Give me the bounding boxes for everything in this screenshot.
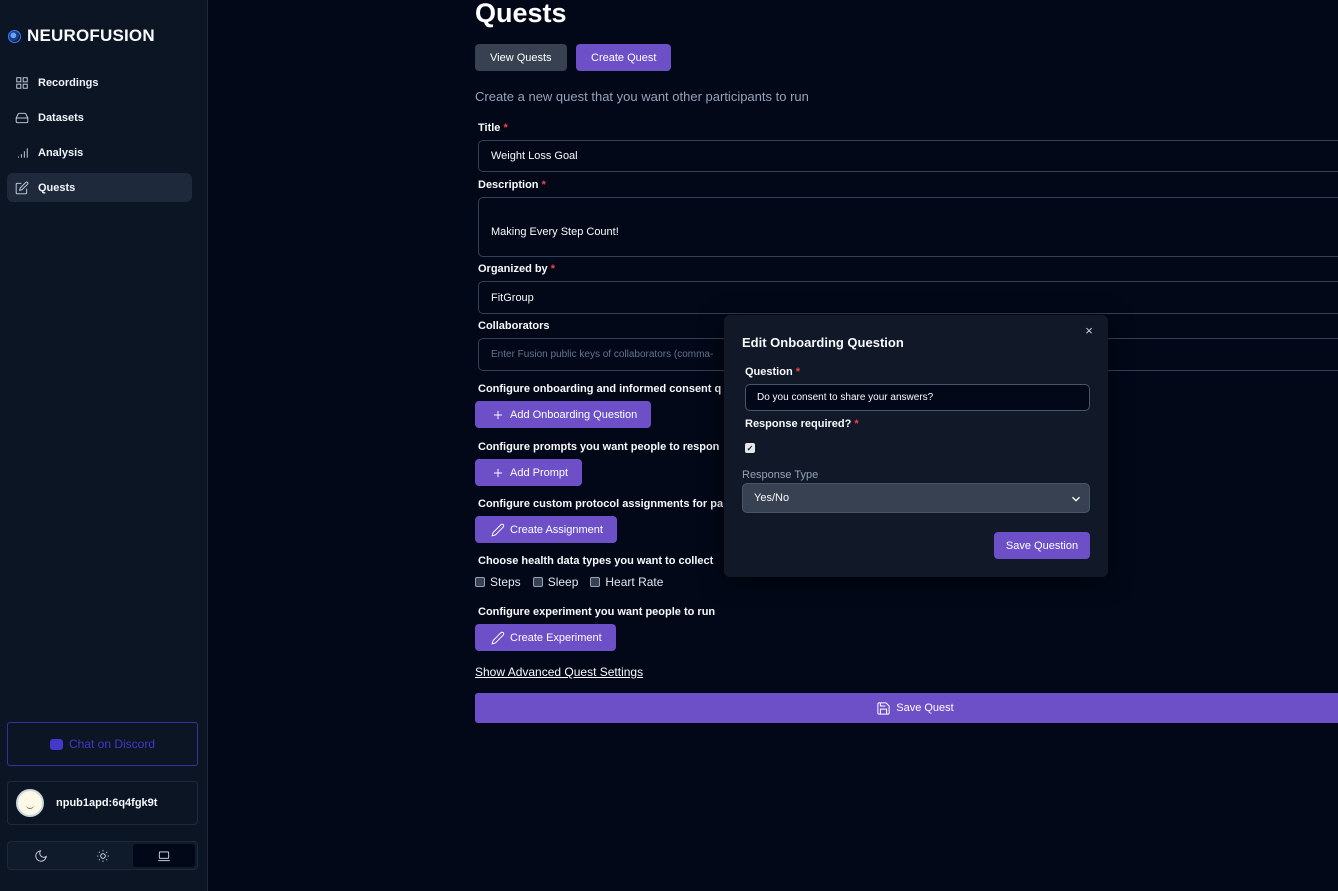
required-mark: * [795, 366, 801, 378]
title-label: Title * [478, 122, 508, 134]
dialog-title: Edit Onboarding Question [742, 335, 904, 350]
user-card[interactable]: npub1apd:6q4fgk9t [7, 781, 198, 825]
page-subtitle: Create a new quest that you want other p… [475, 89, 809, 104]
moon-icon [35, 849, 47, 862]
plus-icon [493, 468, 503, 477]
grid-icon [15, 76, 29, 90]
experiment-label: Configure experiment you want people to … [478, 606, 716, 618]
onboarding-label: Configure onboarding and informed consen… [478, 383, 722, 395]
health-options: Steps Sleep Heart Rate [475, 575, 670, 589]
response-type-label: Response Type [742, 469, 819, 481]
response-type-select[interactable]: Yes/No [742, 483, 1090, 513]
neurofusion-logo-icon [8, 29, 21, 43]
collaborators-label: Collaborators [478, 320, 550, 332]
sleep-label: Sleep [547, 575, 579, 589]
brand[interactable]: NEUROFUSION [8, 26, 155, 46]
save-question-button[interactable]: Save Question [994, 532, 1090, 559]
response-type-value: Yes/No [754, 492, 790, 504]
sidebar: NEUROFUSION Recordings Datasets Analysis… [0, 0, 208, 891]
required-mark: * [550, 263, 556, 275]
question-label: Question * [745, 366, 801, 378]
add-prompt-button[interactable]: Add Prompt [475, 459, 583, 486]
health-label: Choose health data types you want to col… [478, 555, 714, 567]
save-icon [877, 701, 890, 715]
sidebar-item-datasets[interactable]: Datasets [7, 103, 192, 132]
sidebar-item-label: Quests [38, 181, 76, 194]
sidebar-item-quests[interactable]: Quests [7, 173, 192, 202]
create-experiment-button[interactable]: Create Experiment [475, 624, 616, 651]
sidebar-nav: Recordings Datasets Analysis Quests [7, 68, 192, 208]
question-input[interactable]: Do you consent to share your answers? [745, 384, 1090, 411]
hard-drive-icon [15, 111, 29, 125]
create-assignment-button[interactable]: Create Assignment [475, 516, 617, 543]
title-input[interactable]: Weight Loss Goal [478, 140, 1338, 172]
organizer-input[interactable]: FitGroup [478, 281, 1338, 314]
required-mark: * [503, 122, 508, 134]
prompts-label: Configure prompts you want people to res… [478, 441, 720, 453]
pencil-icon [491, 631, 505, 644]
sidebar-item-analysis[interactable]: Analysis [7, 138, 192, 167]
pencil-icon [491, 523, 505, 536]
organizer-label: Organized by * [478, 263, 556, 275]
steps-checkbox[interactable] [475, 577, 485, 587]
sidebar-item-label: Analysis [38, 146, 84, 159]
sidebar-item-recordings[interactable]: Recordings [7, 68, 192, 97]
response-required-checkbox[interactable]: ✓ [745, 443, 755, 453]
theme-switcher [7, 841, 198, 870]
description-textarea[interactable]: Making Every Step Count! [478, 197, 1338, 257]
discord-label: Chat on Discord [68, 737, 156, 751]
discord-button[interactable]: Chat on Discord [7, 722, 198, 766]
chevron-down-icon [1072, 496, 1080, 502]
heart-rate-checkbox[interactable] [590, 577, 601, 587]
edit-icon [15, 181, 29, 195]
assignment-label: Configure custom protocol assignments fo… [478, 498, 724, 510]
save-quest-button[interactable]: Save Quest [475, 693, 1338, 723]
sleep-checkbox[interactable] [532, 577, 543, 587]
avatar [16, 789, 44, 817]
view-quests-button[interactable]: View Quests [475, 44, 567, 71]
theme-light-button[interactable] [72, 844, 134, 867]
sidebar-item-label: Recordings [38, 76, 99, 89]
theme-system-button[interactable] [133, 844, 196, 867]
sun-icon [96, 849, 109, 862]
response-required-label: Response required? * [745, 418, 859, 430]
advanced-settings-link[interactable]: Show Advanced Quest Settings [475, 665, 643, 679]
required-mark: * [541, 179, 546, 191]
create-quest-button[interactable]: Create Quest [576, 44, 672, 71]
sidebar-item-label: Datasets [38, 111, 84, 124]
bar-chart-icon [15, 146, 29, 160]
description-label: Description * [478, 179, 546, 191]
required-mark: * [854, 418, 859, 430]
brand-name: NEUROFUSION [27, 26, 155, 45]
theme-dark-button[interactable] [10, 844, 72, 867]
user-name: npub1apd:6q4fgk9t [56, 797, 158, 809]
steps-label: Steps [490, 575, 521, 589]
laptop-icon [158, 850, 171, 861]
page-title: Quests [475, 0, 567, 28]
plus-icon [493, 410, 503, 419]
heart-rate-label: Heart Rate [605, 575, 664, 589]
add-onboarding-question-button[interactable]: Add Onboarding Question [475, 401, 652, 428]
edit-onboarding-question-dialog: × Edit Onboarding Question Question * Do… [724, 315, 1108, 577]
discord-icon [49, 738, 63, 750]
close-icon[interactable]: × [1083, 324, 1095, 337]
